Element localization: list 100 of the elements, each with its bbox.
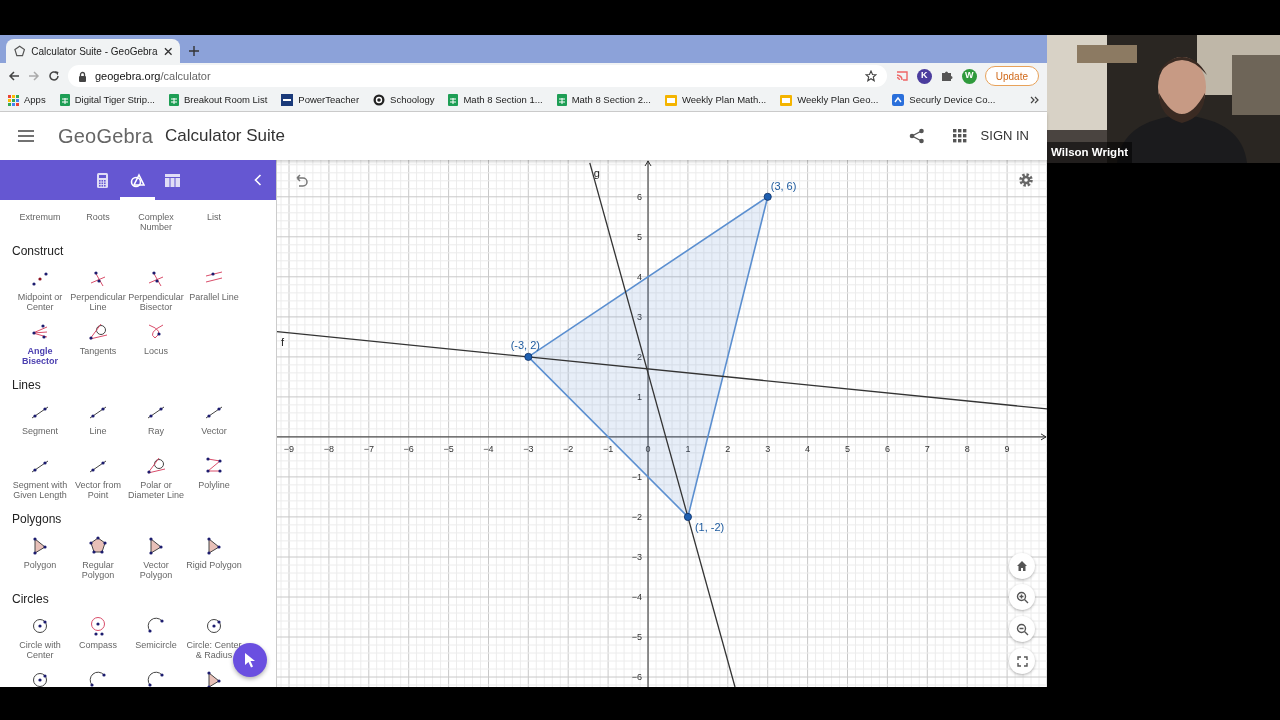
menu-icon[interactable] xyxy=(18,130,34,142)
tool-label[interactable]: Midpoint or Center xyxy=(11,292,69,312)
app-title: Calculator Suite xyxy=(165,125,285,148)
tool-label[interactable]: Circle with Center xyxy=(11,640,69,660)
fullscreen-icon xyxy=(1016,655,1028,667)
bookmark[interactable]: Apps xyxy=(8,92,46,108)
square-icon xyxy=(892,94,905,106)
bookmark[interactable]: Securly Device Co... xyxy=(892,92,996,108)
point[interactable] xyxy=(683,512,692,521)
calculator-icon xyxy=(95,172,110,188)
line-label: f xyxy=(281,335,285,348)
tool-label[interactable]: Rigid Polygon xyxy=(186,560,242,570)
tick-label: −3 xyxy=(631,551,643,562)
tool-label[interactable]: Polygon xyxy=(23,560,57,570)
tool-label[interactable]: Segment xyxy=(22,426,58,436)
bookmark[interactable]: Breakout Room List xyxy=(168,92,268,108)
square-icon xyxy=(281,94,294,106)
extension-icon[interactable]: K xyxy=(916,68,932,84)
tool-label[interactable]: Vector from Point xyxy=(69,480,127,500)
point-label: (-3, 2) xyxy=(510,338,540,351)
more-bookmarks-icon[interactable] xyxy=(1030,96,1039,104)
line-label: g xyxy=(593,166,600,179)
tool-label[interactable]: Semicircle xyxy=(135,640,177,650)
extension-icon[interactable] xyxy=(939,69,954,83)
participant-name: Wilson Wright xyxy=(1047,141,1132,163)
tool-label[interactable]: Line xyxy=(89,426,107,436)
zoom-in-button[interactable] xyxy=(1009,584,1035,610)
section-heading: Circles xyxy=(11,591,50,608)
tick-label: −7 xyxy=(363,443,374,454)
new-tab-icon[interactable] xyxy=(188,45,200,57)
apps-grid-icon[interactable] xyxy=(952,129,967,143)
zoom-out-button[interactable] xyxy=(1009,616,1035,642)
tool-label[interactable]: Polar or Diameter Line xyxy=(127,480,185,500)
back-icon[interactable] xyxy=(8,70,20,82)
point-label: (1, -2) xyxy=(694,520,725,533)
tick-label: 5 xyxy=(637,231,643,242)
tool-label[interactable]: Ray xyxy=(148,426,164,436)
settings-button[interactable] xyxy=(1018,172,1034,188)
tick-label: 4 xyxy=(805,443,811,454)
settings-icon xyxy=(1018,172,1034,188)
reload-icon[interactable] xyxy=(48,70,60,82)
tool-label[interactable]: Segment with Given Length xyxy=(11,480,69,500)
bookmark[interactable]: Math 8 Section 1... xyxy=(448,92,543,108)
tool-icon[interactable] xyxy=(145,455,167,477)
extension-icon[interactable]: W xyxy=(961,68,977,84)
bookmark[interactable]: Schoology xyxy=(373,92,435,108)
bookmark-star-icon[interactable] xyxy=(864,70,877,82)
tool-label[interactable]: Locus xyxy=(144,346,168,356)
tool-label[interactable]: Circle: Center & Radius xyxy=(185,640,243,660)
spreadsheet-icon xyxy=(556,94,567,106)
update-button[interactable]: Update xyxy=(984,66,1039,86)
fullscreen-button[interactable] xyxy=(1009,648,1035,674)
spreadsheet-icon xyxy=(448,94,459,106)
tick-label: 6 xyxy=(884,443,890,454)
point[interactable] xyxy=(763,192,772,201)
address-bar[interactable]: geogebra.org/calculator xyxy=(68,65,887,87)
logo[interactable]: GeoGebra xyxy=(58,121,153,151)
home-icon xyxy=(1016,560,1028,572)
home-button[interactable] xyxy=(1009,553,1035,579)
bookmark[interactable]: PowerTeacher xyxy=(281,92,360,108)
share-icon[interactable] xyxy=(908,128,925,144)
collapse-icon[interactable] xyxy=(254,174,262,186)
tool-label[interactable]: Tangents xyxy=(79,346,117,356)
cast-icon[interactable] xyxy=(894,69,909,83)
bookmark[interactable]: Math 8 Section 2... xyxy=(556,92,651,108)
bookmark[interactable]: Weekly Plan Geo... xyxy=(780,92,879,108)
close-icon[interactable] xyxy=(163,46,172,56)
tool-label[interactable]: Compass xyxy=(79,640,117,650)
tool-label[interactable]: Parallel Line xyxy=(189,292,239,302)
tick-label: −5 xyxy=(631,632,643,642)
tool-label[interactable]: Regular Polygon xyxy=(69,560,127,580)
spreadsheet-icon xyxy=(59,94,70,106)
point[interactable] xyxy=(524,352,533,361)
tool-label[interactable]: Vector xyxy=(201,426,227,436)
tick-label: 9 xyxy=(1004,443,1010,454)
tool-label[interactable]: Extremum xyxy=(19,212,61,222)
tool-icon[interactable] xyxy=(87,321,109,343)
tool-label[interactable]: Vector Polygon xyxy=(127,560,185,580)
tool-label[interactable]: Complex Number xyxy=(127,212,185,232)
bookmark[interactable]: Weekly Plan Math... xyxy=(664,92,767,108)
tick-label: 8 xyxy=(964,443,970,454)
tool-label[interactable]: Polyline xyxy=(198,480,230,490)
tool-label[interactable]: Roots xyxy=(86,212,110,222)
tool-label[interactable]: Angle Bisector xyxy=(11,346,69,366)
tick-label: 1 xyxy=(637,391,643,402)
section-heading: Polygons xyxy=(11,511,63,528)
tick-label: 7 xyxy=(924,443,930,454)
tool-label[interactable]: List xyxy=(207,212,221,222)
bookmark[interactable]: Digital Tiger Strip... xyxy=(59,92,155,108)
tick-label: −9 xyxy=(283,443,295,454)
lock-icon xyxy=(78,70,87,82)
browser-tab[interactable]: Calculator Suite - GeoGebra xyxy=(6,39,180,63)
tick-label: −1 xyxy=(603,443,614,454)
line[interactable] xyxy=(589,162,736,687)
line[interactable] xyxy=(277,331,1047,410)
zoom-out-icon xyxy=(1015,622,1029,636)
tool-label[interactable]: Perpendicular Bisector xyxy=(127,292,185,312)
undo-button[interactable] xyxy=(294,174,308,187)
sign-in-button[interactable]: SIGN IN xyxy=(980,126,1029,146)
tool-label[interactable]: Perpendicular Line xyxy=(69,292,127,312)
